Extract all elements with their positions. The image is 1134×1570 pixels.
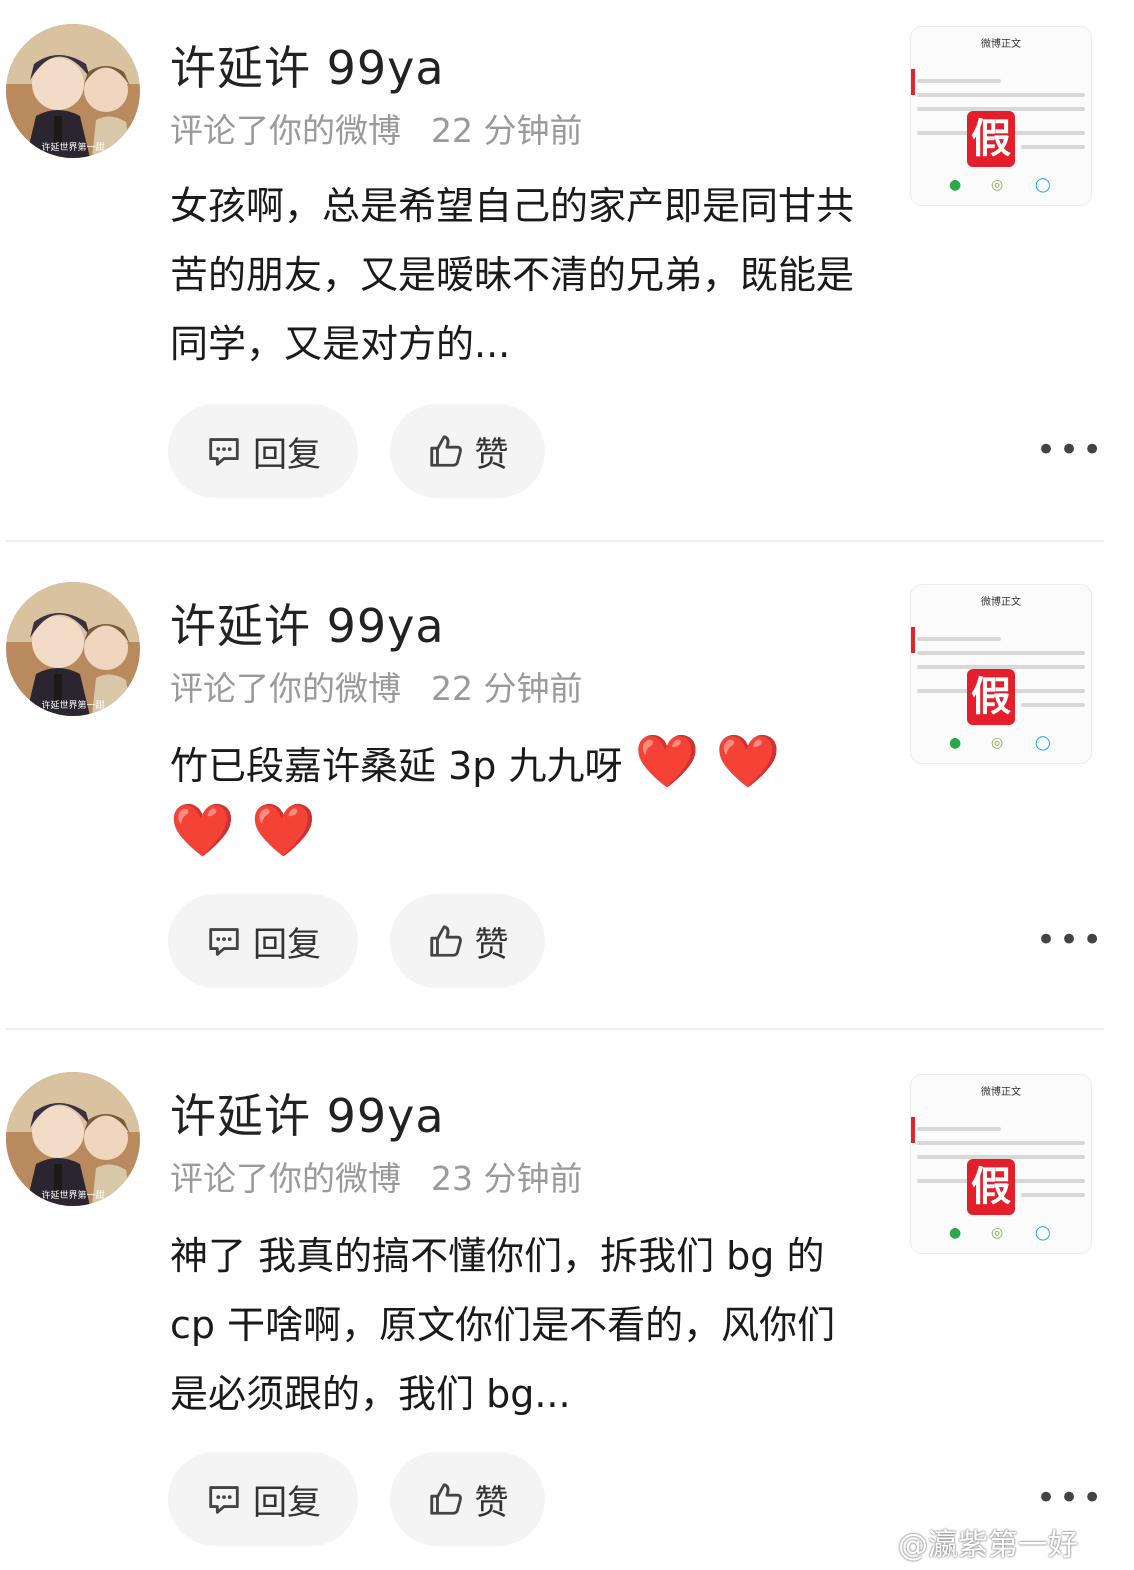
qq-icon: ◯ xyxy=(1035,1225,1051,1241)
avatar[interactable]: 许延世界第一甜 xyxy=(6,24,140,158)
comment-icon xyxy=(209,1486,239,1514)
qq-icon: ◯ xyxy=(1035,735,1051,751)
moments-icon: ◎ xyxy=(991,735,1004,751)
more-options-icon[interactable]: ••• xyxy=(1036,430,1105,470)
thumbnail-title: 微博正文 xyxy=(981,1087,1021,1098)
more-options-icon[interactable]: ••• xyxy=(1036,920,1105,960)
timestamp: 22 分钟前 xyxy=(431,669,583,708)
thumbs-up-icon xyxy=(429,1483,462,1515)
thumbnail-title: 微博正文 xyxy=(981,597,1021,608)
reply-label: 回复 xyxy=(253,1482,321,1523)
comment-meta: 评论了你的微博 22 分钟前 xyxy=(170,104,582,152)
moments-icon: ◎ xyxy=(991,177,1004,193)
more-options-icon[interactable]: ••• xyxy=(1036,1478,1105,1518)
fake-stamp: 假 xyxy=(967,111,1015,167)
post-thumbnail[interactable]: 微博正文 假 ● ◎ ◯ xyxy=(910,584,1092,764)
comment-meta: 评论了你的微博 23 分钟前 xyxy=(170,1152,582,1200)
avatar[interactable]: 许延世界第一甜 xyxy=(6,582,140,716)
reply-button[interactable]: 回复 xyxy=(168,404,358,498)
thumbs-up-icon xyxy=(429,435,462,467)
username[interactable]: 许延许 99ya xyxy=(170,32,445,98)
timestamp: 23 分钟前 xyxy=(431,1159,583,1198)
reply-label: 回复 xyxy=(253,924,321,965)
thumbnail-title: 微博正文 xyxy=(981,39,1021,50)
timestamp: 22 分钟前 xyxy=(431,111,583,150)
divider xyxy=(6,1028,1104,1030)
like-label: 赞 xyxy=(474,1482,509,1523)
fake-stamp: 假 xyxy=(967,669,1015,725)
divider xyxy=(6,540,1104,542)
username[interactable]: 许延许 99ya xyxy=(170,590,445,656)
fake-stamp: 假 xyxy=(967,1159,1015,1215)
comment-text[interactable]: 神了 我真的搞不懂你们，拆我们 bg 的 cp 干啥啊，原文你们是不看的，风你们… xyxy=(170,1222,860,1429)
qq-icon: ◯ xyxy=(1035,177,1051,193)
wechat-icon: ● xyxy=(949,735,962,751)
username[interactable]: 许延许 99ya xyxy=(170,1080,445,1146)
watermark: @瀛紫第一好 xyxy=(898,1528,1078,1563)
comment-icon xyxy=(209,928,239,956)
like-label: 赞 xyxy=(474,434,509,475)
like-button[interactable]: 赞 xyxy=(390,1452,545,1546)
moments-icon: ◎ xyxy=(991,1225,1004,1241)
like-button[interactable]: 赞 xyxy=(390,404,545,498)
comment-text[interactable]: 竹已段嘉许桑延 3p 九九呀 ❤️ ❤️ ❤️ ❤️ xyxy=(170,732,860,870)
post-thumbnail[interactable]: 微博正文 假 ● ◎ ◯ xyxy=(910,1074,1092,1254)
comment-text[interactable]: 女孩啊，总是希望自己的家产即是同甘共苦的朋友，又是暧昧不清的兄弟，既能是同学，又… xyxy=(170,172,860,379)
comment-text-body: 竹已段嘉许桑延 3p 九九呀 xyxy=(170,744,623,788)
avatar-caption: 许延世界第一甜 xyxy=(41,141,104,153)
avatar[interactable]: 许延世界第一甜 xyxy=(6,1072,140,1206)
like-button[interactable]: 赞 xyxy=(390,894,545,988)
reply-label: 回复 xyxy=(253,434,321,475)
thumbs-up-icon xyxy=(429,925,462,957)
post-thumbnail[interactable]: 微博正文 假 ● ◎ ◯ xyxy=(910,26,1092,206)
reply-button[interactable]: 回复 xyxy=(168,1452,358,1546)
like-label: 赞 xyxy=(474,924,509,965)
avatar-caption: 许延世界第一甜 xyxy=(41,699,104,711)
wechat-icon: ● xyxy=(949,177,962,193)
comment-icon xyxy=(209,438,239,466)
action-text: 评论了你的微博 xyxy=(170,111,401,150)
reply-button[interactable]: 回复 xyxy=(168,894,358,988)
comment-meta: 评论了你的微博 22 分钟前 xyxy=(170,662,582,710)
avatar-caption: 许延世界第一甜 xyxy=(41,1189,104,1201)
action-text: 评论了你的微博 xyxy=(170,669,401,708)
action-text: 评论了你的微博 xyxy=(170,1159,401,1198)
wechat-icon: ● xyxy=(949,1225,962,1241)
